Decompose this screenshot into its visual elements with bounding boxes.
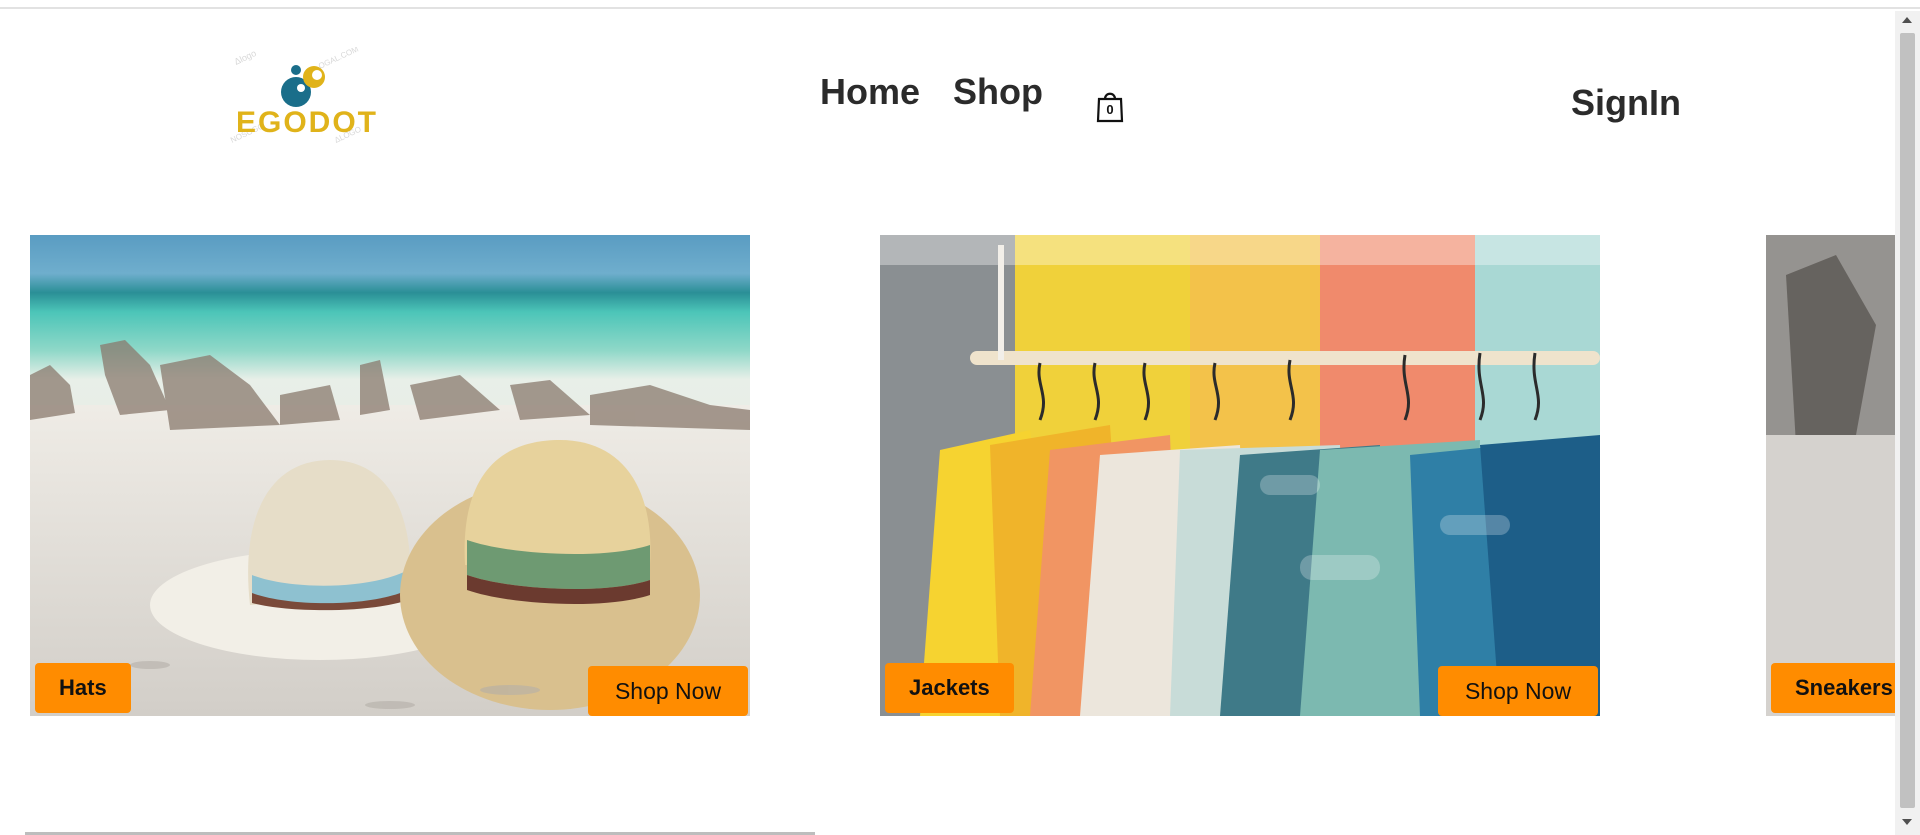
category-card-jackets[interactable]: Jackets Shop Now [880,235,1600,716]
svg-text:EGODOT: EGODOT [236,106,378,139]
svg-text:OGAL.COM: OGAL.COM [317,47,360,71]
category-carousel: Hats Shop Now Jackets Shop Now Sneakers [0,235,1895,716]
category-label: Hats [35,663,131,713]
site-header: Δlogo OGAL.COM NOSOGO ΔLOGO EGODOT Home … [0,11,1895,161]
signin-link[interactable]: SignIn [1571,82,1681,124]
hats-image [30,235,750,716]
cart-count: 0 [1106,102,1114,117]
nav-home-link[interactable]: Home [820,71,920,113]
browser-top-border [0,0,1920,9]
nav-shop-link[interactable]: Shop [953,71,1043,113]
main-nav: Home Shop [820,71,1076,113]
scroll-down-icon[interactable] [1902,819,1912,825]
sneakers-image [1766,235,1895,716]
cart-button[interactable]: 0 [1095,89,1125,123]
shop-now-button[interactable]: Shop Now [588,666,748,716]
category-card-hats[interactable]: Hats Shop Now [30,235,750,716]
brand-logo[interactable]: Δlogo OGAL.COM NOSOGO ΔLOGO EGODOT [228,44,378,147]
shop-now-button[interactable]: Shop Now [1438,666,1598,716]
category-label: Jackets [885,663,1014,713]
vertical-scrollbar[interactable] [1895,11,1920,835]
scroll-thumb[interactable] [1900,33,1915,808]
category-card-sneakers[interactable]: Sneakers [1766,235,1895,716]
category-label: Sneakers [1771,663,1895,713]
scroll-up-icon[interactable] [1902,17,1912,23]
svg-text:Δlogo: Δlogo [233,48,258,67]
jackets-image [880,235,1600,716]
